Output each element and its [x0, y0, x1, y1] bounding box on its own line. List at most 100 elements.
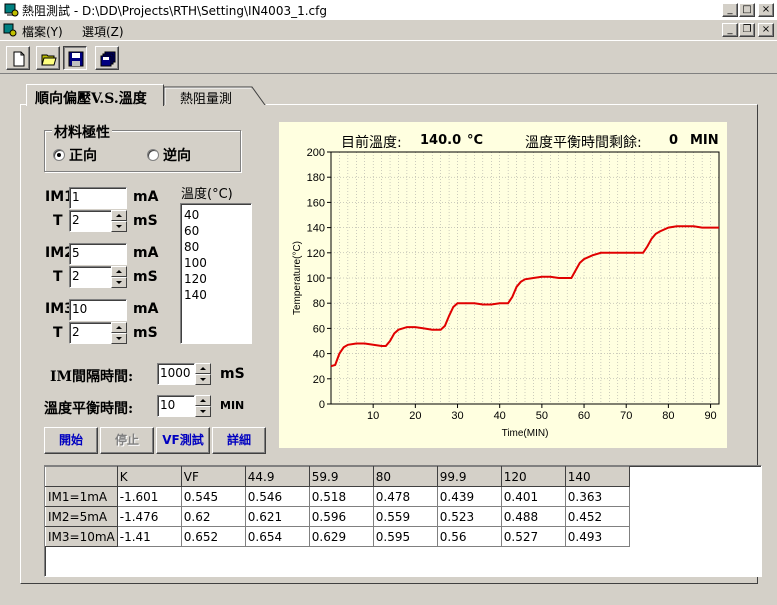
forward-label: 正向	[69, 148, 97, 164]
table-cell[interactable]: 0.363	[564, 486, 630, 507]
vf-test-button[interactable]: VF測試	[156, 427, 210, 454]
table-header-row: K VF 44.9 59.9 80 99.9 120 140	[45, 466, 630, 487]
table-cell[interactable]: 0.559	[372, 506, 438, 527]
tab-thermal-resistance[interactable]: 熱阻量測	[164, 86, 266, 107]
t2-unit: mS	[133, 269, 158, 285]
table-cell[interactable]: 0.652	[180, 526, 246, 547]
table-cell[interactable]: 0.596	[308, 506, 374, 527]
menu-file[interactable]: 檔案(Y)	[22, 23, 63, 40]
title-bar: 熱阻測試 - D:\DD\Projects\RTH\Setting\IN4003…	[0, 0, 777, 20]
table-row: IM1=1mA -1.601 0.545 0.546 0.518 0.478 0…	[45, 486, 630, 507]
save-button[interactable]	[63, 46, 87, 70]
table-cell[interactable]: 0.62	[180, 506, 246, 527]
stop-button[interactable]: 停止	[100, 427, 154, 454]
doc-minimize-button[interactable]: _	[722, 23, 738, 37]
list-item[interactable]: 40	[184, 207, 248, 223]
im3-input[interactable]: 10	[69, 299, 127, 321]
list-item[interactable]: 140	[184, 287, 248, 303]
t3-spinner[interactable]	[111, 322, 127, 344]
doc-restore-button[interactable]: ❐	[739, 23, 755, 37]
save-disk-icon	[68, 51, 84, 67]
header-cell: 140	[564, 466, 630, 487]
y-axis-label: Temperature(°C)	[292, 241, 303, 315]
table-cell[interactable]: -1.41	[116, 526, 182, 547]
y-tick-label: 140	[307, 223, 325, 235]
reverse-label: 逆向	[163, 148, 191, 164]
list-item[interactable]: 120	[184, 271, 248, 287]
table-cell[interactable]: 0.518	[308, 486, 374, 507]
table-cell[interactable]: 0.629	[308, 526, 374, 547]
table-cell[interactable]: 0.523	[436, 506, 502, 527]
table-cell[interactable]: 0.527	[500, 526, 566, 547]
y-tick-label: 0	[319, 399, 325, 411]
table-cell[interactable]: 0.493	[564, 526, 630, 547]
header-cell	[45, 466, 118, 487]
t1-spinner[interactable]	[111, 210, 127, 232]
interval-input[interactable]: 1000	[157, 363, 195, 385]
table-cell[interactable]: 0.546	[244, 486, 310, 507]
open-folder-icon	[41, 54, 57, 66]
open-file-button[interactable]	[36, 46, 60, 70]
tab-vf-vs-temp[interactable]: 順向偏壓V.S.溫度	[26, 84, 164, 107]
table-cell[interactable]: -1.601	[116, 486, 182, 507]
list-item[interactable]: 100	[184, 255, 248, 271]
t2-input[interactable]: 2	[69, 266, 112, 288]
x-tick-label: 10	[367, 410, 379, 422]
table-cell[interactable]: 0.478	[372, 486, 438, 507]
x-tick-label: 60	[578, 410, 590, 422]
results-table: K VF 44.9 59.9 80 99.9 120 140 IM1=1mA -…	[45, 466, 630, 547]
menu-bar: 檔案(Y) 選項(Z) _ ❐ ×	[0, 20, 777, 40]
app-icon	[4, 3, 19, 17]
header-cell: 99.9	[436, 466, 502, 487]
header-cell: 80	[372, 466, 438, 487]
temps-list[interactable]: 40 60 80 100 120 140	[180, 203, 252, 344]
table-cell[interactable]: 0.488	[500, 506, 566, 527]
polarity-title: 材料極性	[52, 122, 112, 142]
interval-spinner[interactable]	[195, 363, 211, 385]
close-button[interactable]: ×	[758, 3, 774, 17]
results-grid[interactable]: K VF 44.9 59.9 80 99.9 120 140 IM1=1mA -…	[44, 465, 762, 577]
x-tick-label: 70	[620, 410, 632, 422]
t1-label: T	[53, 213, 63, 229]
table-cell[interactable]: 0.545	[180, 486, 246, 507]
list-item[interactable]: 80	[184, 239, 248, 255]
menu-options[interactable]: 選項(Z)	[82, 23, 124, 40]
im1-input[interactable]: 1	[69, 187, 127, 209]
maximize-button[interactable]: □	[739, 3, 755, 17]
minimize-button[interactable]: _	[722, 3, 738, 17]
forward-radio[interactable]	[53, 149, 65, 161]
reverse-radio[interactable]	[147, 149, 159, 161]
x-tick-label: 50	[536, 410, 548, 422]
y-tick-label: 80	[313, 298, 325, 310]
im2-input[interactable]: 5	[69, 243, 127, 265]
t3-input[interactable]: 2	[69, 322, 112, 344]
detail-button[interactable]: 詳細	[212, 427, 266, 454]
table-cell[interactable]: 0.439	[436, 486, 502, 507]
table-cell[interactable]: 0.621	[244, 506, 310, 527]
row-header-cell: IM2=5mA	[45, 506, 118, 527]
save-all-button[interactable]	[95, 46, 119, 70]
y-tick-label: 100	[307, 273, 325, 285]
toolbar	[0, 40, 777, 74]
t1-input[interactable]: 2	[69, 210, 112, 232]
table-cell[interactable]: 0.452	[564, 506, 630, 527]
t3-unit: mS	[133, 325, 158, 341]
table-cell[interactable]: 0.595	[372, 526, 438, 547]
t2-spinner[interactable]	[111, 266, 127, 288]
row-header-cell: IM1=1mA	[45, 486, 118, 507]
doc-close-button[interactable]: ×	[758, 23, 774, 37]
x-tick-label: 80	[662, 410, 674, 422]
new-file-button[interactable]	[6, 46, 30, 70]
list-item[interactable]: 60	[184, 223, 248, 239]
balance-spinner[interactable]	[195, 395, 211, 417]
table-cell[interactable]: 0.654	[244, 526, 310, 547]
balance-input[interactable]: 10	[157, 395, 195, 417]
start-button[interactable]: 開始	[44, 427, 98, 454]
header-cell: VF	[180, 466, 246, 487]
y-tick-label: 60	[313, 323, 325, 335]
table-cell[interactable]: 0.56	[436, 526, 502, 547]
y-tick-label: 20	[313, 374, 325, 386]
table-cell[interactable]: -1.476	[116, 506, 182, 527]
table-cell[interactable]: 0.401	[500, 486, 566, 507]
window-title: 熱阻測試 - D:\DD\Projects\RTH\Setting\IN4003…	[22, 4, 327, 18]
